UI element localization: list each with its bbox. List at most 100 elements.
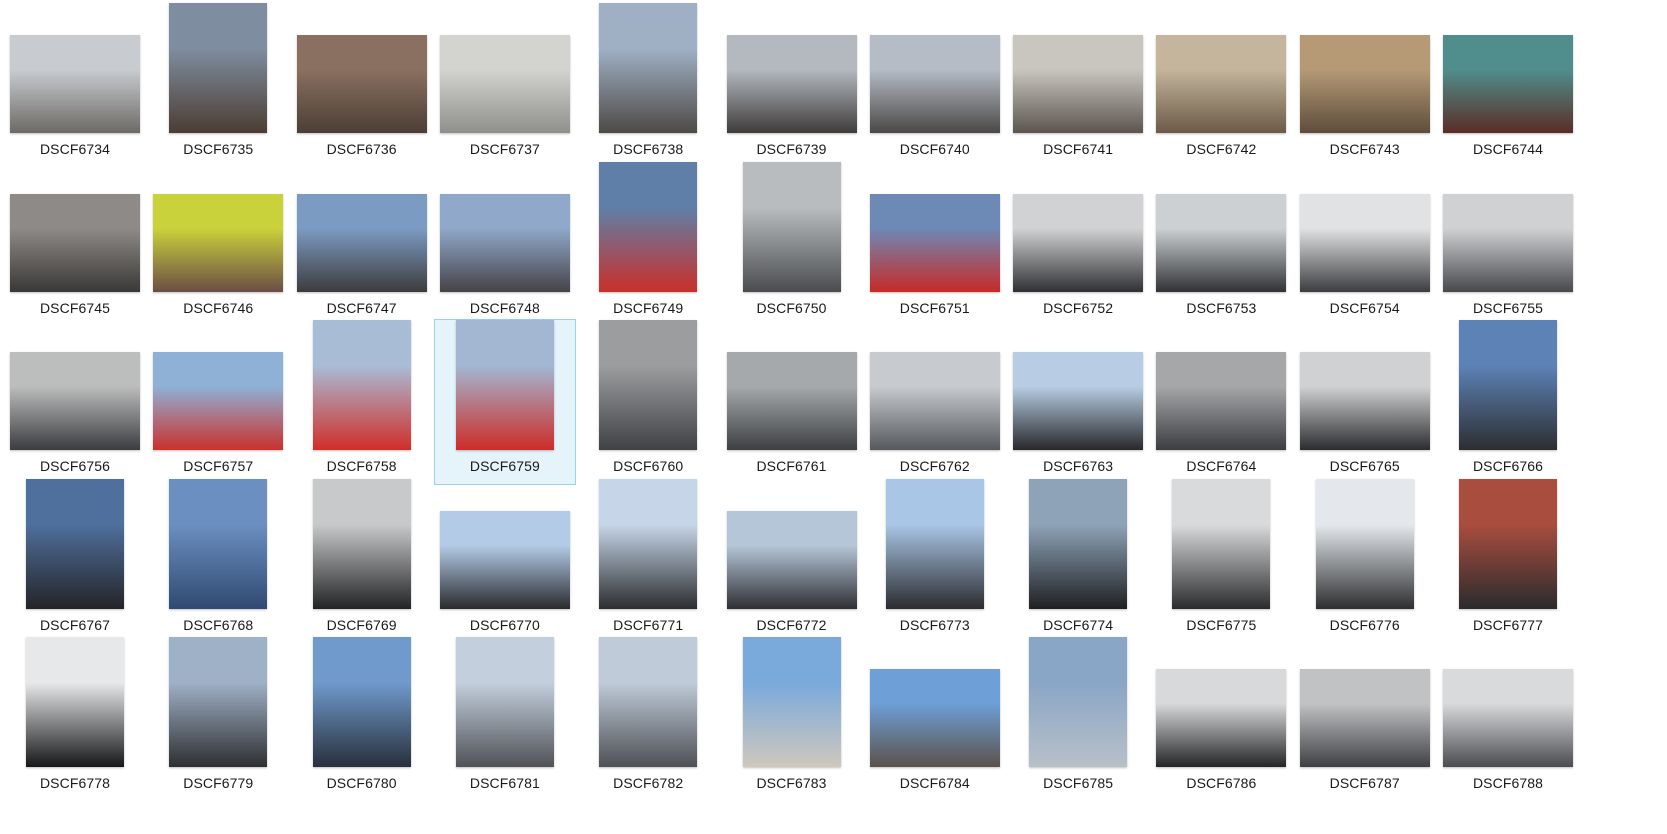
image-thumbnail[interactable]: [1299, 669, 1430, 767]
file-item[interactable]: DSCF6771: [577, 478, 719, 644]
file-item[interactable]: DSCF6752: [1007, 161, 1149, 327]
file-item[interactable]: DSCF6753: [1150, 161, 1292, 327]
image-thumbnail[interactable]: [599, 3, 698, 133]
image-thumbnail[interactable]: [1299, 352, 1430, 450]
file-item[interactable]: DSCF6765: [1294, 319, 1436, 485]
file-item[interactable]: DSCF6784: [864, 636, 1006, 802]
image-thumbnail[interactable]: [1299, 193, 1430, 292]
image-thumbnail[interactable]: [153, 352, 284, 450]
file-item[interactable]: DSCF6744: [1437, 2, 1579, 168]
file-item[interactable]: DSCF6739: [721, 2, 863, 168]
file-item[interactable]: DSCF6741: [1007, 2, 1149, 168]
image-thumbnail[interactable]: [169, 637, 268, 767]
file-item[interactable]: DSCF6782: [577, 636, 719, 802]
image-thumbnail[interactable]: [455, 637, 554, 767]
file-item[interactable]: DSCF6785: [1007, 636, 1149, 802]
file-item[interactable]: DSCF6772: [721, 478, 863, 644]
image-thumbnail[interactable]: [742, 161, 841, 292]
file-item[interactable]: DSCF6740: [864, 2, 1006, 168]
image-thumbnail[interactable]: [1443, 35, 1573, 133]
file-item[interactable]: DSCF6759: [433, 319, 576, 485]
image-thumbnail[interactable]: [10, 352, 140, 450]
image-thumbnail[interactable]: [312, 320, 411, 450]
image-thumbnail[interactable]: [1443, 669, 1573, 767]
file-item[interactable]: DSCF6750: [721, 161, 863, 327]
image-thumbnail[interactable]: [726, 35, 857, 133]
file-item[interactable]: DSCF6749: [577, 161, 719, 327]
image-thumbnail[interactable]: [869, 35, 1000, 133]
file-item[interactable]: DSCF6742: [1150, 2, 1292, 168]
image-thumbnail[interactable]: [26, 478, 124, 609]
file-item[interactable]: DSCF6747: [291, 161, 433, 327]
file-item[interactable]: DSCF6754: [1294, 161, 1436, 327]
image-thumbnail[interactable]: [726, 352, 857, 450]
file-item[interactable]: DSCF6786: [1150, 636, 1292, 802]
file-item[interactable]: DSCF6762: [864, 319, 1006, 485]
file-item[interactable]: DSCF6768: [147, 478, 289, 644]
file-item[interactable]: DSCF6760: [577, 319, 719, 485]
file-item[interactable]: DSCF6774: [1007, 478, 1149, 644]
image-thumbnail[interactable]: [599, 478, 698, 609]
file-item[interactable]: DSCF6757: [147, 319, 289, 485]
image-thumbnail[interactable]: [439, 193, 570, 292]
file-item[interactable]: DSCF6778: [4, 636, 146, 802]
image-thumbnail[interactable]: [1029, 637, 1128, 767]
image-thumbnail[interactable]: [439, 35, 570, 133]
file-item[interactable]: DSCF6766: [1437, 319, 1579, 485]
file-item[interactable]: DSCF6734: [4, 2, 146, 168]
file-item[interactable]: DSCF6756: [4, 319, 146, 485]
file-item[interactable]: DSCF6787: [1294, 636, 1436, 802]
file-item[interactable]: DSCF6777: [1437, 478, 1579, 644]
file-item[interactable]: DSCF6767: [4, 478, 146, 644]
image-thumbnail[interactable]: [1013, 352, 1144, 450]
image-thumbnail[interactable]: [1459, 478, 1557, 609]
file-item[interactable]: DSCF6761: [721, 319, 863, 485]
file-item[interactable]: DSCF6751: [864, 161, 1006, 327]
file-item[interactable]: DSCF6770: [434, 478, 576, 644]
image-thumbnail[interactable]: [455, 320, 554, 450]
image-thumbnail[interactable]: [1156, 193, 1287, 292]
image-thumbnail[interactable]: [312, 637, 411, 767]
file-item[interactable]: DSCF6735: [147, 2, 289, 168]
file-item[interactable]: DSCF6779: [147, 636, 289, 802]
image-thumbnail[interactable]: [1172, 478, 1271, 609]
file-item[interactable]: DSCF6788: [1437, 636, 1579, 802]
file-item[interactable]: DSCF6780: [291, 636, 433, 802]
file-item[interactable]: DSCF6776: [1294, 478, 1436, 644]
image-thumbnail[interactable]: [869, 193, 1000, 292]
file-item[interactable]: DSCF6748: [434, 161, 576, 327]
image-thumbnail[interactable]: [885, 478, 984, 609]
image-thumbnail[interactable]: [296, 35, 427, 133]
image-thumbnail[interactable]: [1315, 478, 1414, 609]
file-item[interactable]: DSCF6746: [147, 161, 289, 327]
file-item[interactable]: DSCF6773: [864, 478, 1006, 644]
image-thumbnail[interactable]: [439, 510, 570, 609]
image-thumbnail[interactable]: [169, 478, 268, 609]
image-thumbnail[interactable]: [312, 478, 411, 609]
image-thumbnail[interactable]: [26, 637, 124, 767]
image-thumbnail[interactable]: [1443, 193, 1573, 292]
file-item[interactable]: DSCF6738: [577, 2, 719, 168]
image-thumbnail[interactable]: [1156, 352, 1287, 450]
file-item[interactable]: DSCF6783: [721, 636, 863, 802]
image-thumbnail[interactable]: [869, 352, 1000, 450]
file-item[interactable]: DSCF6745: [4, 161, 146, 327]
image-thumbnail[interactable]: [1459, 320, 1557, 450]
image-thumbnail[interactable]: [1156, 35, 1287, 133]
image-thumbnail[interactable]: [153, 193, 284, 292]
image-thumbnail[interactable]: [742, 637, 841, 767]
image-thumbnail[interactable]: [1013, 35, 1144, 133]
file-item[interactable]: DSCF6781: [434, 636, 576, 802]
file-item[interactable]: DSCF6758: [291, 319, 433, 485]
file-item[interactable]: DSCF6755: [1437, 161, 1579, 327]
image-thumbnail[interactable]: [1013, 193, 1144, 292]
image-thumbnail[interactable]: [169, 3, 268, 133]
image-thumbnail[interactable]: [10, 35, 140, 133]
file-item[interactable]: DSCF6737: [434, 2, 576, 168]
image-thumbnail[interactable]: [1156, 669, 1287, 767]
file-item[interactable]: DSCF6743: [1294, 2, 1436, 168]
image-thumbnail[interactable]: [599, 320, 698, 450]
file-item[interactable]: DSCF6736: [291, 2, 433, 168]
image-thumbnail[interactable]: [10, 193, 140, 292]
image-thumbnail[interactable]: [1299, 35, 1430, 133]
